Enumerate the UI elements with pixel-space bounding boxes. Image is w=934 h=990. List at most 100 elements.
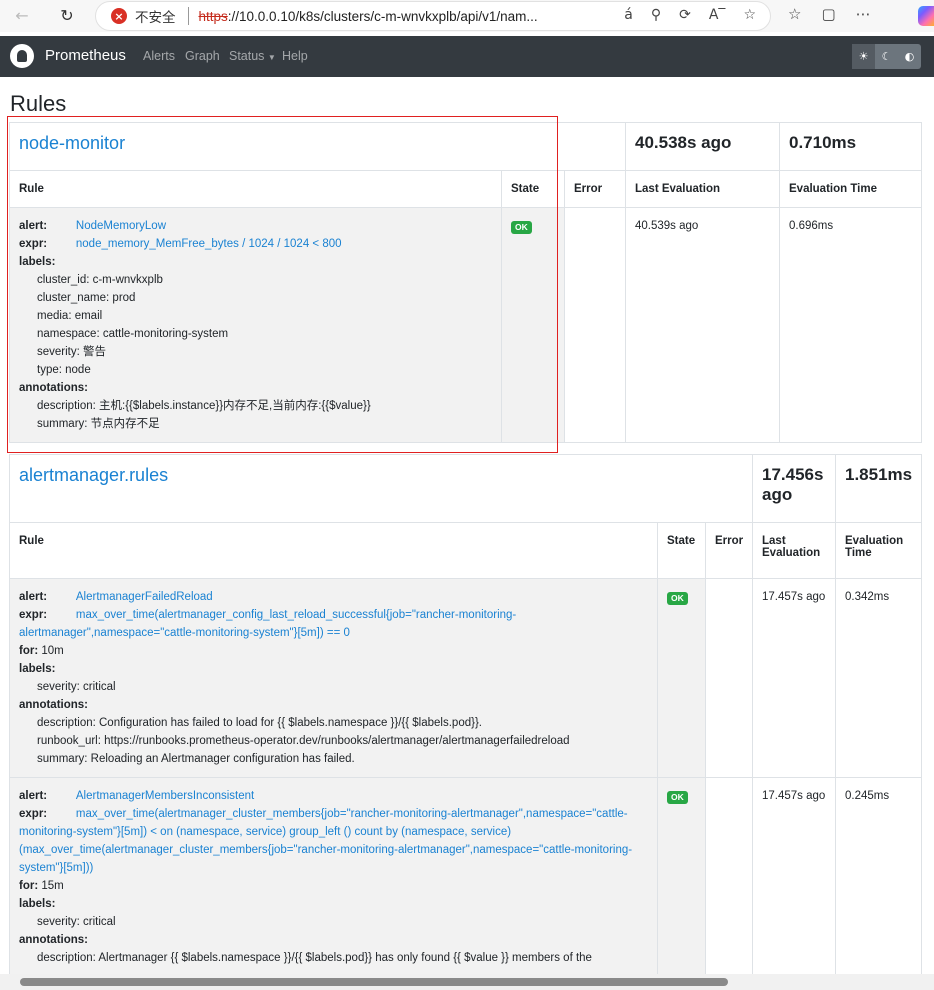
nav-status-label: Status [229, 49, 265, 63]
rule-last-evaluation: 17.457s ago [752, 777, 836, 977]
annotations-key: annotations: [19, 382, 88, 394]
page-title: Rules [10, 91, 67, 116]
auto-theme-icon[interactable]: ◐ [898, 44, 921, 69]
group-evaluation-time: 1.851ms [835, 454, 922, 523]
state-badge: OK [667, 592, 688, 605]
group-name-link[interactable]: node-monitor [9, 122, 626, 171]
column-header-evaluation-time: Evaluation Time [835, 522, 922, 579]
for-value: 15m [41, 880, 64, 892]
group-evaluation-time: 0.710ms [779, 122, 922, 171]
alert-name-link[interactable]: AlertmanagerMembersInconsistent [76, 790, 254, 802]
rule-row: alert: NodeMemoryLow expr: node_memory_M… [9, 207, 922, 443]
security-label[interactable]: 不安全 [135, 6, 176, 26]
more-icon[interactable]: ⋯ [856, 5, 871, 23]
prometheus-navbar: Prometheus Alerts Graph Status ▼ Help ☀ … [0, 36, 934, 77]
scrollbar-thumb[interactable] [20, 978, 728, 986]
favorites-icon[interactable]: ☆ [788, 5, 801, 23]
label-item: severity: critical [37, 681, 116, 693]
nav-alerts-link[interactable]: Alerts [143, 49, 175, 63]
annotation-item: summary: 节点内存不足 [37, 418, 160, 430]
annotation-item: description: Configuration has failed to… [37, 717, 482, 729]
rule-last-evaluation: 40.539s ago [625, 207, 780, 443]
rule-error-cell [705, 578, 753, 778]
rule-state-cell: OK [657, 777, 706, 977]
alert-name-link[interactable]: NodeMemoryLow [76, 220, 166, 232]
label-item: severity: critical [37, 916, 116, 928]
translate-icon[interactable]: ⟳ [679, 7, 691, 23]
browser-toolbar-icons: ☆ ▢ ⋯ [788, 5, 871, 23]
state-badge: OK [667, 791, 688, 804]
for-key: for: [19, 645, 39, 657]
expr-link[interactable]: max_over_time(alertmanager_config_last_r… [19, 609, 516, 639]
column-header-state: State [657, 522, 706, 579]
expr-link[interactable]: node_memory_MemFree_bytes / 1024 / 1024 … [76, 238, 342, 250]
address-divider [187, 7, 189, 25]
group-last-evaluation: 17.456s ago [752, 454, 836, 523]
label-item: cluster_id: c-m-wnvkxplb [37, 274, 163, 286]
rule-group-table: alertmanager.rules 17.456s ago 1.851ms R… [9, 454, 922, 977]
rule-last-evaluation: 17.457s ago [752, 578, 836, 778]
labels-key: labels: [19, 663, 56, 675]
annotation-item: description: 主机:{{$labels.instance}}内存不足… [37, 400, 371, 412]
reload-icon[interactable]: ↻ [55, 3, 79, 27]
labels-key: labels: [19, 256, 56, 268]
rule-error-cell [705, 777, 753, 977]
expr-link[interactable]: max_over_time(alertmanager_cluster_membe… [19, 808, 632, 874]
dark-theme-icon[interactable]: ☾ [875, 44, 898, 69]
for-value: 10m [41, 645, 64, 657]
column-header-last-evaluation: Last Evaluation [752, 522, 836, 579]
group-last-evaluation: 40.538s ago [625, 122, 780, 171]
rule-definition: alert: AlertmanagerMembersInconsistent e… [9, 777, 658, 977]
column-header-error: Error [705, 522, 753, 579]
light-theme-icon[interactable]: ☀ [852, 44, 875, 69]
font-icon[interactable]: A‾ [709, 7, 726, 23]
group-name-link[interactable]: alertmanager.rules [9, 454, 753, 523]
back-arrow-icon[interactable]: ← [10, 3, 34, 27]
address-bar[interactable]: × 不安全 https ://10.0.0.10/k8s/clusters/c-… [95, 1, 771, 31]
label-item: namespace: cattle-monitoring-system [37, 328, 229, 340]
alert-key: alert: [19, 591, 48, 603]
caret-down-icon: ▼ [267, 53, 276, 62]
column-header-rule: Rule [9, 170, 502, 208]
column-header-evaluation-time: Evaluation Time [779, 170, 922, 208]
rule-row: alert: AlertmanagerFailedReload expr: ma… [9, 578, 922, 778]
collections-icon[interactable]: ▢ [821, 5, 835, 23]
state-badge: OK [511, 221, 532, 234]
theme-toggle: ☀ ☾ ◐ [852, 44, 921, 69]
nav-help-link[interactable]: Help [282, 49, 308, 63]
annotation-item: description: Alertmanager {{ $labels.nam… [37, 952, 592, 964]
label-item: media: email [37, 310, 103, 322]
expr-key: expr: [19, 609, 48, 621]
copilot-icon[interactable] [918, 6, 934, 26]
nav-graph-link[interactable]: Graph [185, 49, 220, 63]
rule-definition: alert: AlertmanagerFailedReload expr: ma… [9, 578, 658, 778]
horizontal-scrollbar[interactable] [0, 974, 934, 990]
rule-definition: alert: NodeMemoryLow expr: node_memory_M… [9, 207, 502, 443]
alert-name-link[interactable]: AlertmanagerFailedReload [76, 591, 213, 603]
prometheus-logo-icon[interactable] [10, 44, 34, 68]
alert-key: alert: [19, 220, 48, 232]
expr-key: expr: [19, 808, 48, 820]
address-bar-icons: á ⚲ ⟳ A‾ ☆ [624, 7, 756, 23]
url-text: ://10.0.0.10/k8s/clusters/c-m-wnvkxplb/a… [227, 8, 538, 24]
label-item: type: node [37, 364, 91, 376]
rule-state-cell: OK [501, 207, 565, 443]
url-scheme: https [198, 8, 228, 24]
annotation-item: runbook_url: https://runbooks.prometheus… [37, 735, 570, 747]
zoom-icon[interactable]: ⚲ [651, 7, 661, 23]
column-header-rule: Rule [9, 522, 658, 579]
rule-row: alert: AlertmanagerMembersInconsistent e… [9, 777, 922, 977]
nav-status-dropdown[interactable]: Status ▼ [229, 49, 276, 63]
column-header-last-evaluation: Last Evaluation [625, 170, 780, 208]
rule-evaluation-time: 0.342ms [835, 578, 922, 778]
brand-link[interactable]: Prometheus [45, 47, 126, 64]
annotations-key: annotations: [19, 934, 88, 946]
column-header-state: State [501, 170, 565, 208]
for-key: for: [19, 880, 39, 892]
not-secure-icon[interactable]: × [111, 8, 127, 24]
alert-key: alert: [19, 790, 48, 802]
rule-evaluation-time: 0.696ms [779, 207, 922, 443]
read-aloud-icon[interactable]: á [624, 7, 633, 23]
rule-error-cell [564, 207, 626, 443]
star-icon[interactable]: ☆ [743, 7, 756, 23]
